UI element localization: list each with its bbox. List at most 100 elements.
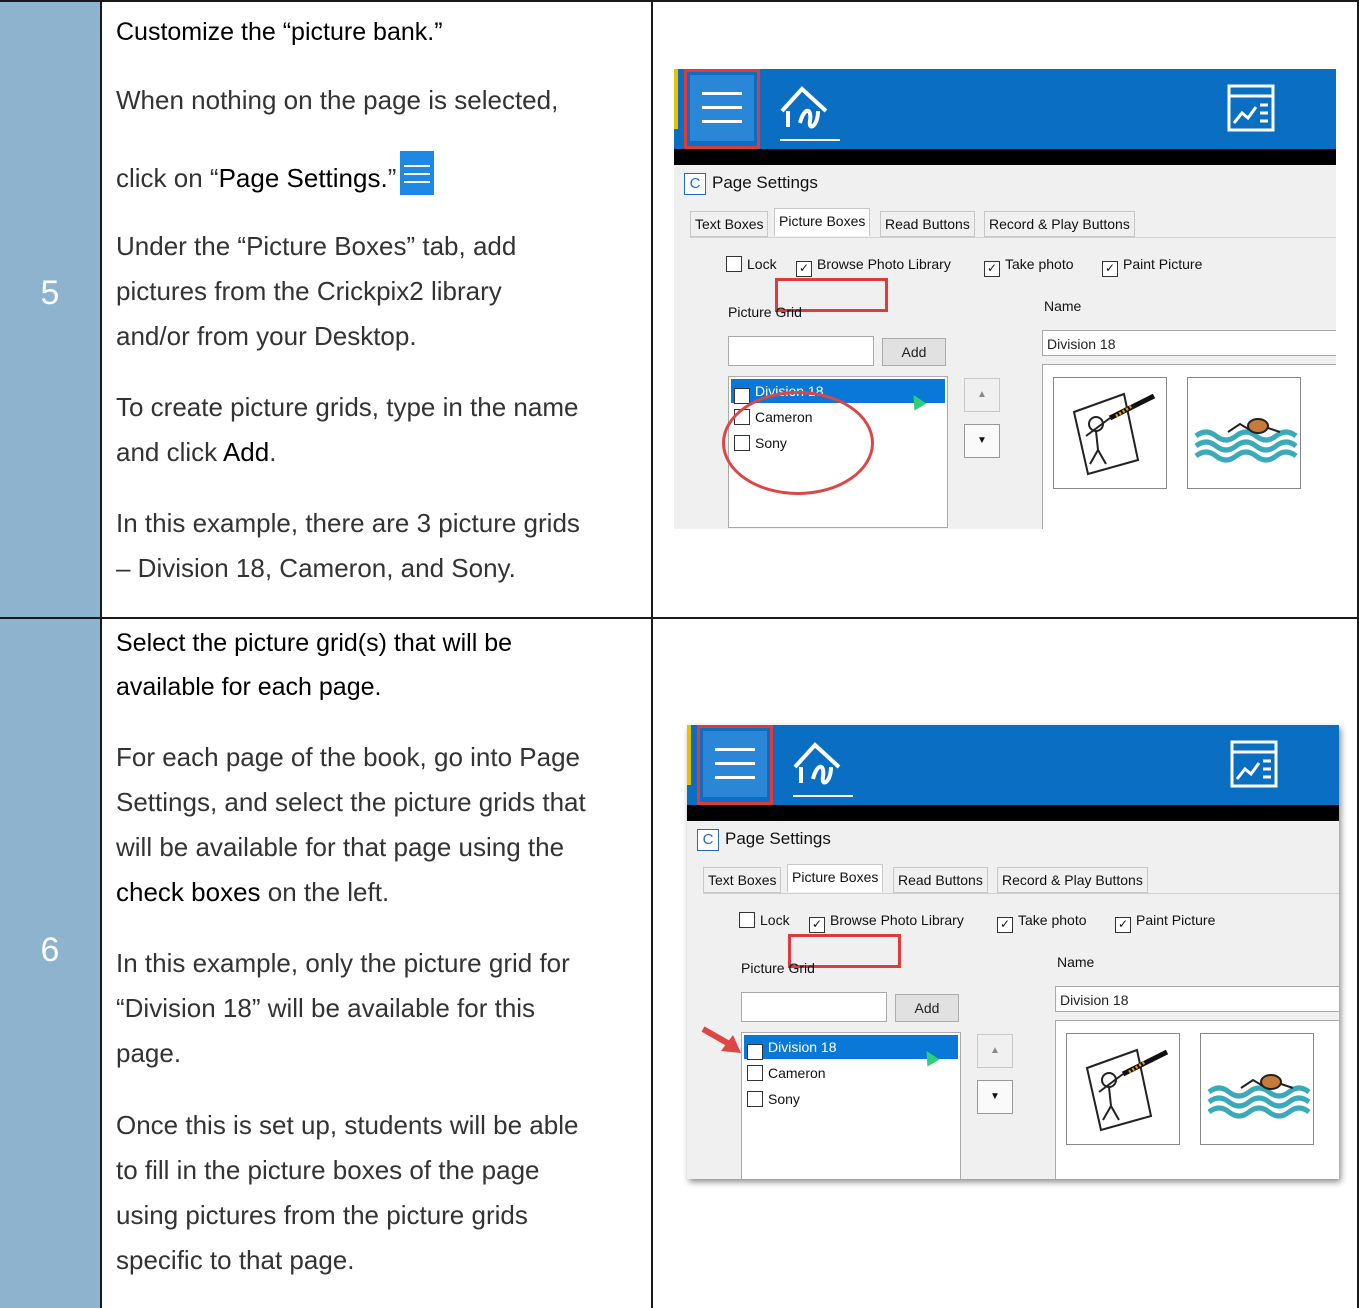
- step-paragraph: Once this is set up, students will be ab…: [116, 1103, 644, 1283]
- checkbox[interactable]: [726, 256, 742, 272]
- checkbox-label: Take photo: [1005, 256, 1074, 272]
- checkbox[interactable]: ✓: [747, 1044, 763, 1060]
- checkbox[interactable]: [739, 912, 755, 928]
- picture-grid-label: Picture Grid: [741, 960, 815, 976]
- tab-picture-boxes[interactable]: Picture Boxes: [787, 864, 884, 892]
- move-down-button[interactable]: ▼: [977, 1080, 1013, 1114]
- tab-read-buttons[interactable]: Read Buttons: [880, 211, 975, 237]
- step-paragraph: For each page of the book, go into Page …: [116, 735, 644, 915]
- step-paragraph: In this example, there are 3 picture gri…: [116, 501, 644, 591]
- name-label: Name: [1057, 954, 1095, 970]
- text-span: on the left.: [260, 877, 390, 907]
- bold-text: Add: [222, 437, 270, 467]
- browse-photo-library-checkbox[interactable]: ✓ Browse Photo Library: [809, 912, 964, 933]
- name-field[interactable]: Division 18: [1042, 330, 1336, 356]
- text-line: and click Add.: [116, 430, 644, 475]
- edge-strip: [674, 69, 678, 129]
- text-line: Once this is set up, students will be ab…: [116, 1110, 579, 1140]
- person-painting-icon: [1085, 1048, 1169, 1132]
- checkbox-label: Browse Photo Library: [817, 256, 951, 272]
- tab-underline: [780, 139, 840, 141]
- tab-read-buttons[interactable]: Read Buttons: [893, 867, 988, 893]
- text-span: and click: [116, 437, 223, 467]
- take-photo-checkbox[interactable]: ✓ Take photo: [984, 256, 1074, 277]
- picture-area: [1042, 364, 1336, 529]
- grid-name-input[interactable]: [741, 992, 887, 1022]
- page-settings-dialog: C Page Settings Text Boxes Picture Boxes …: [674, 165, 1336, 529]
- paint-picture-checkbox[interactable]: ✓ Paint Picture: [1102, 256, 1202, 277]
- paint-picture-checkbox[interactable]: ✓ Paint Picture: [1115, 912, 1215, 933]
- dialog-title-text: Page Settings: [725, 829, 831, 848]
- picture-thumbnail[interactable]: [1187, 377, 1301, 489]
- text-line: to fill in the picture boxes of the page: [116, 1155, 540, 1185]
- tab-record-play-buttons[interactable]: Record & Play Buttons: [984, 211, 1135, 237]
- screenshot-cell: C Page Settings Text Boxes Picture Boxes …: [653, 2, 1359, 619]
- browse-photo-library-checkbox[interactable]: ✓ Browse Photo Library: [796, 256, 951, 277]
- checkbox-label: Paint Picture: [1123, 256, 1203, 272]
- lock-checkbox[interactable]: Lock: [739, 912, 790, 928]
- checkbox[interactable]: ✓: [984, 261, 1000, 277]
- name-field[interactable]: Division 18: [1055, 986, 1339, 1012]
- tab-text-boxes[interactable]: Text Boxes: [703, 867, 782, 893]
- step-heading: Select the picture grid(s) that will be …: [116, 621, 512, 709]
- app-icon: C: [697, 829, 719, 851]
- text-span: .: [269, 437, 277, 467]
- move-up-button[interactable]: ▲: [964, 378, 1000, 412]
- checkbox[interactable]: ✓: [1102, 261, 1118, 277]
- app-screenshot: C Page Settings Text Boxes Picture Boxes …: [687, 725, 1339, 1179]
- highlight-ellipse: [722, 391, 874, 495]
- checkbox[interactable]: ✓: [796, 261, 812, 277]
- name-label: Name: [1044, 298, 1082, 314]
- highlight-box: [697, 725, 773, 805]
- take-photo-checkbox[interactable]: ✓ Take photo: [997, 912, 1087, 933]
- picture-thumbnail[interactable]: [1066, 1033, 1180, 1145]
- instruction-table: 5 Customize the “picture bank.” When not…: [0, 0, 1359, 1308]
- step-paragraph: When nothing on the page is selected, cl…: [116, 78, 644, 201]
- list-item-label: Sony: [768, 1091, 800, 1107]
- dialog-title: C Page Settings: [684, 173, 818, 195]
- checkbox[interactable]: [747, 1065, 763, 1081]
- tab-record-play-buttons[interactable]: Record & Play Buttons: [997, 867, 1148, 893]
- text-span: click on “: [116, 163, 219, 193]
- tab-text-boxes[interactable]: Text Boxes: [690, 211, 769, 237]
- add-button[interactable]: Add: [895, 994, 959, 1022]
- app-icon: C: [684, 173, 706, 195]
- add-button[interactable]: Add: [882, 338, 946, 366]
- picture-thumbnail[interactable]: [1200, 1033, 1314, 1145]
- checkbox[interactable]: ✓: [809, 917, 825, 933]
- heading-line: available for each page.: [116, 673, 382, 701]
- swimmer-icon: [1194, 418, 1298, 463]
- tab-underline: [793, 795, 853, 797]
- step-number-cell: 6: [0, 619, 102, 1308]
- report-icon[interactable]: [1226, 83, 1276, 133]
- step-number-cell: 5: [0, 2, 102, 619]
- step-row-6: 6 Select the picture grid(s) that will b…: [0, 617, 1359, 1308]
- step-row-5: 5 Customize the “picture bank.” When not…: [0, 0, 1359, 619]
- tab-picture-boxes[interactable]: Picture Boxes: [774, 208, 871, 236]
- pen-icon[interactable]: [774, 81, 834, 139]
- checkbox-label: Take photo: [1018, 912, 1087, 928]
- step-paragraph: Under the “Picture Boxes” tab, add pictu…: [116, 224, 644, 359]
- text-line: Under the “Picture Boxes” tab, add: [116, 231, 517, 261]
- step-paragraph: To create picture grids, type in the nam…: [116, 385, 644, 475]
- step-heading: Customize the “picture bank.”: [116, 18, 443, 46]
- move-up-button[interactable]: ▲: [977, 1034, 1013, 1068]
- checkbox[interactable]: [747, 1091, 763, 1107]
- report-icon[interactable]: [1229, 739, 1279, 789]
- pen-icon[interactable]: [787, 737, 847, 795]
- list-item[interactable]: Sony: [744, 1087, 958, 1111]
- page-settings-dialog: C Page Settings Text Boxes Picture Boxes …: [687, 821, 1339, 1179]
- checkbox[interactable]: ✓: [734, 388, 750, 404]
- hamburger-menu-icon: [400, 151, 435, 195]
- checkbox[interactable]: ✓: [1115, 917, 1131, 933]
- lock-checkbox[interactable]: Lock: [726, 256, 777, 272]
- text-line: When nothing on the page is selected,: [116, 85, 559, 115]
- move-down-button[interactable]: ▼: [964, 424, 1000, 458]
- grid-name-input[interactable]: [728, 336, 874, 366]
- dialog-title: C Page Settings: [697, 829, 831, 851]
- checkbox[interactable]: ✓: [997, 917, 1013, 933]
- text-line: page.: [116, 1038, 182, 1068]
- picture-thumbnail[interactable]: [1053, 377, 1167, 489]
- person-painting-icon: [1072, 392, 1156, 476]
- step-paragraph: In this example, only the picture grid f…: [116, 941, 644, 1076]
